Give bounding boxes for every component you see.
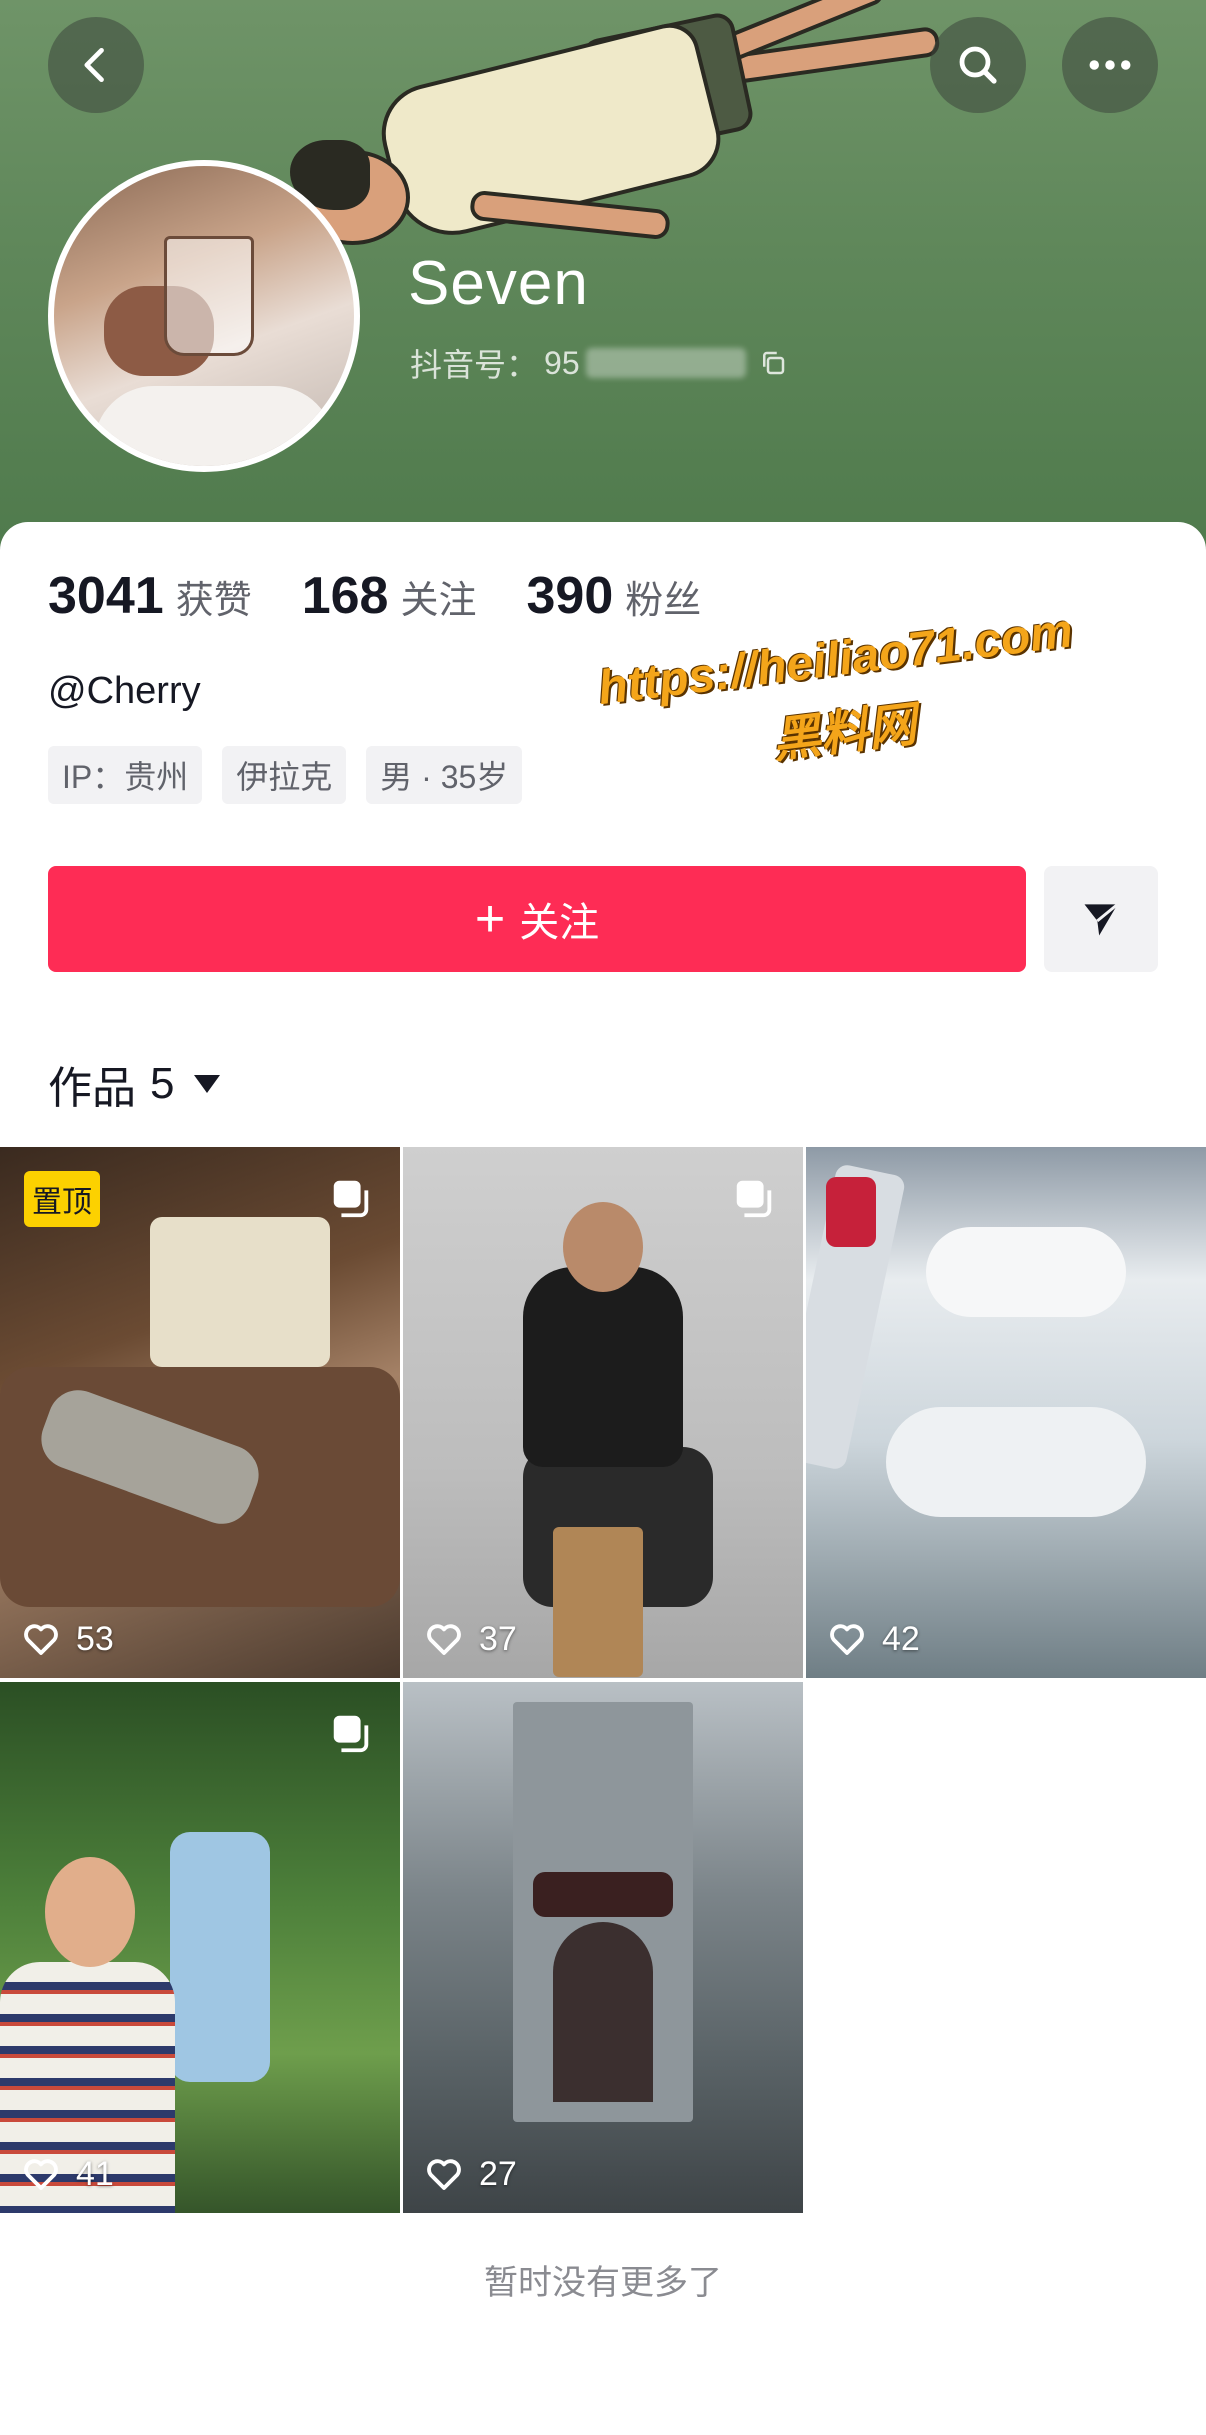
pinned-badge: 置顶 [24, 1171, 100, 1227]
search-button[interactable] [930, 17, 1026, 113]
avatar-photo-shirt [94, 386, 334, 466]
photo-sign [533, 1872, 673, 1917]
photo-stool [553, 1527, 643, 1677]
tag-ip-location: IP：贵州 [48, 746, 203, 804]
photo-cloud [926, 1227, 1126, 1317]
photo-tail [826, 1177, 876, 1247]
douyin-id-value: 95 [544, 344, 580, 381]
douyin-id-label: 抖音号： [410, 347, 539, 383]
photo-person-head [563, 1202, 643, 1292]
heart-icon [24, 2159, 58, 2190]
heart-icon [830, 1624, 864, 1655]
like-count: 37 [423, 1618, 517, 1660]
photo-person-body [523, 1267, 683, 1467]
back-icon [84, 47, 104, 83]
photo-window [150, 1217, 330, 1367]
watermark: https://heiliao71.com 黑料网 [554, 598, 1126, 796]
search-icon [959, 46, 997, 84]
like-count-value: 53 [76, 1619, 114, 1658]
plus-icon: + [474, 890, 506, 948]
photo-door [553, 1922, 653, 2102]
end-of-list-text: 暂时没有更多了 [484, 2264, 722, 2302]
work-tile[interactable]: 41 [0, 1682, 400, 2213]
like-count-value: 27 [479, 2154, 517, 2193]
works-count: 5 [150, 1059, 175, 1108]
photo-cloud [886, 1407, 1146, 1517]
work-tile[interactable]: 37 [403, 1147, 803, 1678]
work-tile[interactable]: 42 [806, 1147, 1206, 1678]
stat-number: 3041 [48, 567, 164, 625]
photo-sky [170, 1832, 270, 2082]
like-count: 53 [20, 1618, 114, 1660]
profile-username: Seven [408, 249, 589, 318]
stat-label: 获赞 [175, 580, 252, 622]
like-count: 27 [423, 2153, 517, 2195]
stat-label: 关注 [400, 580, 477, 622]
douyin-id-redacted [585, 348, 746, 378]
stat-number: 168 [301, 567, 389, 625]
like-count-value: 42 [882, 1619, 920, 1658]
send-message-button[interactable] [1044, 866, 1158, 972]
work-tile[interactable]: 27 [403, 1682, 803, 2213]
works-grid: 置顶 53 37 42 41 27 [0, 1147, 1206, 2213]
tag-gender-age: 男 · 35岁 [366, 746, 523, 804]
stat-number: 390 [526, 567, 614, 625]
stat-followers[interactable]: 390 粉丝 [526, 566, 701, 626]
multi-photo-icon [736, 1180, 772, 1218]
heart-icon [427, 2159, 461, 2190]
chevron-down-icon [194, 1075, 221, 1093]
avatar[interactable] [48, 160, 360, 472]
heart-icon [24, 1624, 58, 1655]
follow-button-label: 关注 [519, 901, 600, 945]
stat-label: 粉丝 [625, 580, 702, 622]
send-icon [1084, 903, 1119, 936]
heart-icon [427, 1624, 461, 1655]
avatar-photo-cup [164, 236, 254, 356]
like-count: 42 [826, 1618, 920, 1660]
back-button[interactable] [48, 17, 144, 113]
profile-stats: 3041 获赞 168 关注 390 粉丝 [48, 566, 751, 626]
more-button[interactable] [1062, 17, 1158, 113]
work-tile[interactable]: 置顶 53 [0, 1147, 400, 1678]
douyin-id[interactable]: 抖音号： 95 [410, 340, 788, 386]
like-count: 41 [20, 2153, 114, 2195]
copy-icon[interactable] [758, 348, 788, 378]
multi-photo-icon [333, 1180, 369, 1218]
photo-head [45, 1857, 135, 1967]
follow-button[interactable]: + 关注 [48, 866, 1026, 972]
tag-location: 伊拉克 [222, 746, 347, 804]
stat-likes[interactable]: 3041 获赞 [48, 566, 252, 626]
works-tab-header[interactable]: 作品 5 [48, 1052, 221, 1116]
more-icon [1089, 60, 1131, 70]
profile-tags: IP：贵州 伊拉克 男 · 35岁 [48, 746, 523, 804]
multi-photo-icon [333, 1715, 369, 1753]
like-count-value: 41 [76, 2154, 114, 2193]
profile-bio-handle[interactable]: @Cherry [48, 670, 201, 713]
like-count-value: 37 [479, 1619, 517, 1658]
stat-following[interactable]: 168 关注 [302, 566, 477, 626]
works-title: 作品 [48, 1064, 136, 1113]
